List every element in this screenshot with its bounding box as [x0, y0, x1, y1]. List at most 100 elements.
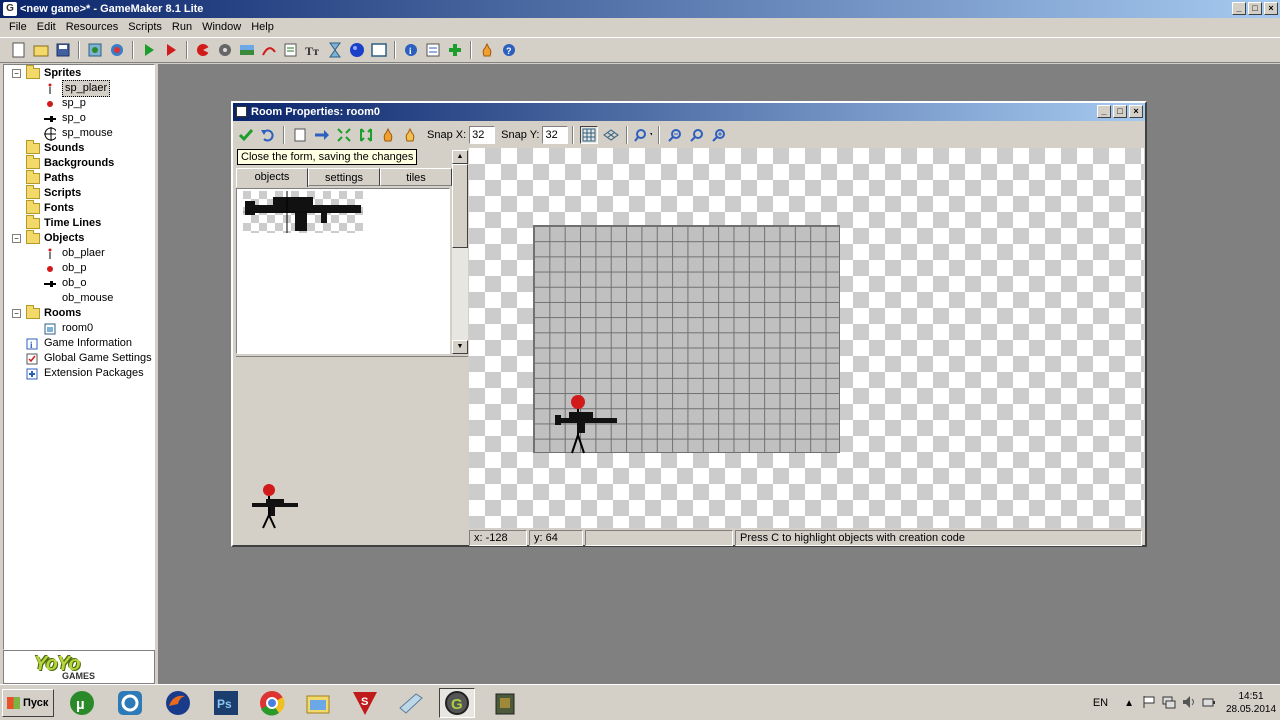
save-icon[interactable]: [54, 41, 72, 59]
start-button[interactable]: Пуск: [2, 689, 54, 717]
run-icon[interactable]: [140, 41, 158, 59]
close-button[interactable]: ×: [1264, 2, 1278, 15]
undo-icon[interactable]: [259, 126, 277, 144]
object-scrollbar[interactable]: ▲ ▼: [452, 150, 468, 354]
create-exe-icon[interactable]: [86, 41, 104, 59]
tree-folder-paths[interactable]: Paths: [26, 170, 74, 186]
tree-folder-rooms[interactable]: Rooms: [26, 305, 81, 321]
power-icon[interactable]: [1202, 695, 1216, 712]
extension-icon[interactable]: [446, 41, 464, 59]
tree-item-sp-o[interactable]: sp_o: [44, 111, 86, 126]
tree-item-game-information[interactable]: i Game Information: [26, 336, 132, 351]
add-sound-icon[interactable]: [216, 41, 234, 59]
help-icon[interactable]: ?: [500, 41, 518, 59]
add-timeline-icon[interactable]: [326, 41, 344, 59]
shift-instances-icon[interactable]: [313, 126, 331, 144]
tree-folder-timelines[interactable]: Time Lines: [26, 215, 101, 231]
tree-item-sp-plaer[interactable]: sp_plaer: [44, 80, 111, 97]
debug-icon[interactable]: [162, 41, 180, 59]
zoom-in-icon[interactable]: [710, 126, 728, 144]
object-selector-area[interactable]: [236, 188, 450, 354]
tree-item-ob-o[interactable]: ob_o: [44, 276, 86, 291]
tree-item-sp-p[interactable]: sp_p: [44, 96, 86, 111]
snap-y-input[interactable]: 32: [542, 126, 569, 144]
tree-item-ob-plaer[interactable]: ob_plaer: [44, 246, 105, 261]
player-instance[interactable]: [553, 393, 619, 455]
firefox-icon[interactable]: [160, 688, 196, 718]
add-script-icon[interactable]: [282, 41, 300, 59]
menu-resources[interactable]: Resources: [61, 18, 124, 36]
scroll-thumb[interactable]: [452, 164, 468, 248]
chrome-icon[interactable]: [254, 688, 290, 718]
tree-folder-backgrounds[interactable]: Backgrounds: [26, 155, 114, 171]
app-s-icon[interactable]: S: [347, 688, 383, 718]
minimize-button[interactable]: _: [1232, 2, 1246, 15]
publish-icon[interactable]: [108, 41, 126, 59]
tab-tiles[interactable]: tiles: [380, 168, 452, 186]
add-sprite-icon[interactable]: [194, 41, 212, 59]
clock[interactable]: 14:51 28.05.2014: [1222, 690, 1280, 716]
volume-icon[interactable]: [1182, 695, 1196, 712]
tree-folder-sprites[interactable]: Sprites: [26, 65, 81, 81]
menu-edit[interactable]: Edit: [32, 18, 61, 36]
snap-x-input[interactable]: 32: [469, 126, 496, 144]
new-icon[interactable]: [10, 41, 28, 59]
tree-item-ob-mouse[interactable]: ob_mouse: [44, 291, 113, 306]
maximize-button[interactable]: □: [1248, 2, 1262, 15]
resource-tree[interactable]: − Sprites sp_plaer sp_p sp_o sp_mouse So…: [3, 64, 155, 650]
collapse-icon[interactable]: −: [12, 234, 21, 243]
tab-objects[interactable]: objects: [236, 168, 308, 187]
manual-icon[interactable]: [478, 41, 496, 59]
collapse-icon[interactable]: −: [12, 69, 21, 78]
menu-scripts[interactable]: Scripts: [123, 18, 167, 36]
tree-folder-objects[interactable]: Objects: [26, 230, 84, 246]
add-font-icon[interactable]: Tт: [304, 41, 322, 59]
media-icon[interactable]: [487, 688, 523, 718]
isometric-grid-icon[interactable]: [602, 126, 620, 144]
tab-settings[interactable]: settings: [308, 168, 380, 186]
zoom-normal-icon[interactable]: [688, 126, 706, 144]
dialog-minimize-button[interactable]: _: [1097, 105, 1111, 118]
notes-icon[interactable]: [393, 688, 429, 718]
add-object-icon[interactable]: [348, 41, 366, 59]
dialog-close-button[interactable]: ×: [1129, 105, 1143, 118]
tray-expand-icon[interactable]: ▲: [1124, 698, 1134, 709]
open-icon[interactable]: [32, 41, 50, 59]
game-studio-icon[interactable]: [112, 688, 148, 718]
menu-window[interactable]: Window: [197, 18, 246, 36]
zoom-out-icon[interactable]: [666, 126, 684, 144]
clear-room-icon[interactable]: [291, 126, 309, 144]
utorrent-icon[interactable]: µ: [64, 688, 100, 718]
tree-item-ob-p[interactable]: ob_p: [44, 261, 86, 276]
game-info-icon[interactable]: i: [402, 41, 420, 59]
network-icon[interactable]: [1162, 695, 1176, 712]
tree-item-global-settings[interactable]: Global Game Settings: [26, 351, 152, 366]
gamemaker-icon[interactable]: G: [439, 688, 475, 718]
menu-file[interactable]: File: [4, 18, 32, 36]
lock-instances-icon[interactable]: [379, 126, 397, 144]
global-settings-icon[interactable]: [424, 41, 442, 59]
grid-toggle-icon[interactable]: [580, 126, 599, 144]
flag-icon[interactable]: [1142, 695, 1156, 712]
photoshop-icon[interactable]: Ps: [208, 688, 244, 718]
add-room-icon[interactable]: [370, 41, 388, 59]
tree-item-extension-packages[interactable]: Extension Packages: [26, 366, 144, 381]
sort-y-icon[interactable]: [357, 126, 375, 144]
tree-folder-scripts[interactable]: Scripts: [26, 185, 81, 201]
language-indicator[interactable]: EN: [1093, 697, 1108, 709]
add-path-icon[interactable]: [260, 41, 278, 59]
tree-folder-fonts[interactable]: Fonts: [26, 200, 74, 216]
unlock-instances-icon[interactable]: [401, 126, 419, 144]
tree-item-sp-mouse[interactable]: sp_mouse: [44, 126, 113, 141]
menu-run[interactable]: Run: [167, 18, 197, 36]
menu-help[interactable]: Help: [246, 18, 279, 36]
scroll-up-icon[interactable]: ▲: [452, 150, 468, 164]
selected-object-thumbnail[interactable]: [243, 191, 363, 233]
file-manager-icon[interactable]: [300, 688, 336, 718]
dialog-maximize-button[interactable]: □: [1113, 105, 1127, 118]
collapse-icon[interactable]: −: [12, 309, 21, 318]
room-canvas[interactable]: [469, 148, 1144, 528]
sort-x-icon[interactable]: [335, 126, 353, 144]
add-background-icon[interactable]: [238, 41, 256, 59]
tree-folder-sounds[interactable]: Sounds: [26, 140, 84, 156]
